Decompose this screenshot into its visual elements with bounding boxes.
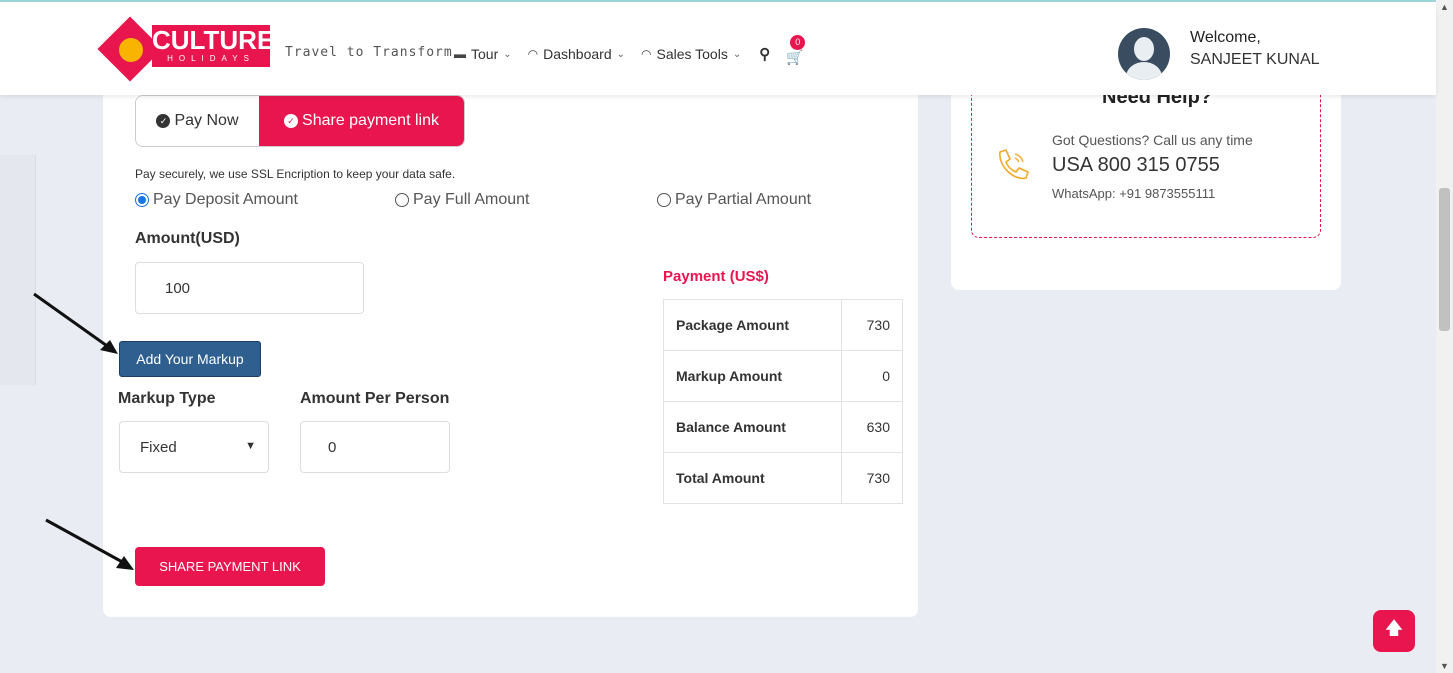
user-name: SANJEET KUNAL [1190, 51, 1320, 68]
site-header: CULTURE HOLIDAYS Travel to Transform ▬ T… [0, 8, 1436, 95]
dashboard-icon: ◠ [527, 47, 539, 61]
row-value: 630 [841, 401, 903, 453]
radio-unselected-icon[interactable] [657, 193, 671, 207]
amount-label: Amount(USD) [135, 230, 240, 247]
scrollbar-thumb[interactable] [1439, 188, 1450, 331]
chevron-down-icon: ⌄ [503, 48, 512, 60]
help-whatsapp[interactable]: WhatsApp: +91 9873555111 [1052, 186, 1215, 201]
logo-sub: HOLIDAYS [167, 54, 255, 63]
search-icon[interactable]: ⚲ [759, 45, 770, 63]
help-phone-number[interactable]: USA 800 315 0755 [1052, 154, 1220, 177]
avatar[interactable] [1118, 28, 1170, 80]
add-markup-button[interactable]: Add Your Markup [119, 341, 261, 377]
scroll-down-icon[interactable]: ▼ [1440, 661, 1449, 671]
pay-now-label: Pay Now [174, 112, 239, 129]
nav-item-tour[interactable]: ▬ Tour ⌄ [454, 46, 512, 62]
share-payment-link-button[interactable]: SHARE PAYMENT LINK [135, 547, 325, 586]
help-box: Need Help? Got Questions? Call us any ti… [971, 70, 1321, 238]
payment-card: ✓ Pay Now ✓ Share payment link Pay secur… [103, 70, 918, 617]
radio-pay-partial[interactable]: Pay Partial Amount [657, 191, 811, 209]
nav-label: Tour [471, 46, 499, 62]
cart-button[interactable]: 🛒 0 [784, 35, 806, 65]
pay-now-tab[interactable]: ✓ Pay Now [136, 96, 259, 146]
scroll-up-icon[interactable]: ▲ [1440, 2, 1449, 12]
brand-tagline: Travel to Transform [285, 45, 453, 60]
sales-tools-icon: ◠ [641, 47, 652, 61]
user-greeting[interactable]: Welcome, SANJEET KUNAL [1190, 27, 1320, 71]
chevron-down-icon: ▼ [245, 440, 256, 452]
ssl-note: Pay securely, we use SSL Encription to k… [135, 167, 456, 181]
page-scrollbar[interactable]: ▲ ▼ [1436, 0, 1453, 673]
main-nav: ▬ Tour ⌄ ◠ Dashboard ⌄ ◠ Sales Tools ⌄ ⚲… [454, 35, 806, 65]
amount-per-person-input[interactable]: 0 [300, 421, 450, 473]
amount-input[interactable]: 100 [135, 262, 364, 314]
radio-label: Pay Deposit Amount [153, 191, 298, 208]
annotation-arrow-icon [45, 518, 134, 570]
tour-icon: ▬ [454, 47, 466, 61]
row-label: Balance Amount [663, 401, 842, 453]
radio-selected-icon[interactable] [135, 193, 149, 207]
amount-per-person-label: Amount Per Person [300, 390, 450, 407]
radio-pay-deposit[interactable]: Pay Deposit Amount [135, 191, 298, 209]
phone-icon [999, 149, 1029, 180]
help-card: Need Help? Got Questions? Call us any ti… [951, 70, 1341, 290]
avatar-body [1126, 62, 1162, 80]
radio-unselected-icon[interactable] [395, 193, 409, 207]
radio-label: Pay Partial Amount [675, 191, 812, 208]
markup-type-label: Markup Type [118, 390, 216, 407]
table-row: Package Amount 730 [663, 299, 903, 351]
check-circle-icon: ✓ [284, 114, 299, 128]
table-row: Total Amount 730 [663, 452, 903, 504]
payment-method-toggle: ✓ Pay Now ✓ Share payment link [135, 95, 465, 147]
row-label: Package Amount [663, 299, 842, 351]
radio-pay-full[interactable]: Pay Full Amount [395, 191, 530, 209]
payment-summary-table: Package Amount 730 Markup Amount 0 Balan… [663, 299, 903, 504]
top-accent-line [0, 0, 1436, 8]
chevron-down-icon: ⌄ [732, 48, 742, 60]
logo-sun [119, 38, 143, 62]
welcome-text: Welcome, [1190, 29, 1261, 46]
row-label: Markup Amount [663, 350, 842, 402]
help-question: Got Questions? Call us any time [1052, 132, 1253, 148]
table-row: Balance Amount 630 [663, 401, 903, 453]
row-label: Total Amount [663, 452, 842, 504]
radio-label: Pay Full Amount [413, 191, 530, 208]
nav-item-sales-tools[interactable]: ◠ Sales Tools ⌄ [641, 46, 741, 62]
chevron-down-icon: ⌄ [616, 48, 625, 60]
markup-type-select[interactable]: Fixed ▼ [119, 421, 269, 473]
share-payment-link-tab[interactable]: ✓ Share payment link [259, 96, 464, 146]
payment-summary-title: Payment (US$) [663, 268, 769, 285]
row-value: 730 [841, 299, 903, 351]
cart-count-badge: 0 [790, 35, 806, 50]
nav-item-dashboard[interactable]: ◠ Dashboard ⌄ [528, 46, 625, 62]
table-row: Markup Amount 0 [663, 350, 903, 402]
avatar-head [1134, 37, 1154, 61]
logo-wordmark: CULTURE HOLIDAYS [152, 25, 275, 67]
markup-type-value: Fixed [140, 438, 177, 456]
row-value: 730 [841, 452, 903, 504]
brand-logo[interactable]: CULTURE HOLIDAYS [97, 16, 285, 86]
annotation-arrow-icon [33, 292, 118, 354]
cart-icon: 🛒 [786, 49, 804, 65]
share-link-label: Share payment link [302, 112, 439, 129]
row-value: 0 [841, 350, 903, 402]
scroll-to-top-button[interactable]: 🡅 [1373, 610, 1415, 652]
arrow-up-icon: 🡅 [1384, 618, 1404, 638]
payment-option-group: Pay Deposit Amount Pay Full Amount Pay P… [135, 191, 855, 213]
check-circle-icon: ✓ [156, 114, 171, 128]
nav-label: Dashboard [543, 46, 612, 62]
nav-label: Sales Tools [656, 46, 728, 62]
logo-word: CULTURE [152, 25, 275, 55]
